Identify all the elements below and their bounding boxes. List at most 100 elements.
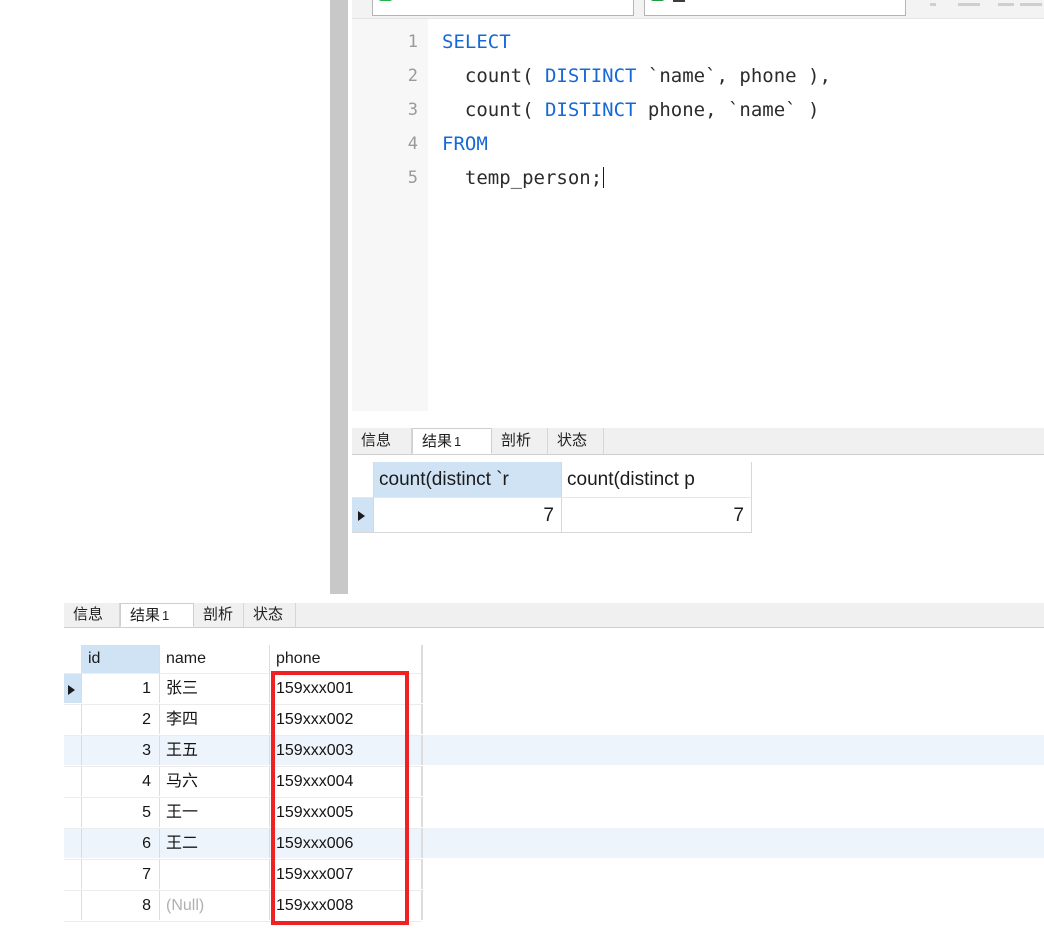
cell-count-name[interactable]: 7 — [374, 497, 562, 532]
grid-right-edge — [422, 673, 423, 703]
cell-phone[interactable]: 159xxx001 — [270, 673, 422, 703]
cell-name[interactable]: 李四 — [160, 704, 270, 734]
column-header-id[interactable]: id — [82, 645, 160, 673]
grid-bottom-edge — [64, 921, 422, 922]
row-marker[interactable] — [64, 766, 82, 796]
grid-right-edge — [422, 645, 423, 673]
text-caret — [603, 167, 605, 188]
cell-name[interactable]: (Null) — [160, 890, 270, 920]
toolbar-ghost-1 — [930, 3, 936, 6]
line-number-gutter: 1 2 3 4 5 — [352, 19, 428, 411]
tab-status[interactable]: 状态 — [244, 603, 296, 627]
table-row[interactable]: 3 王五 159xxx003 — [64, 735, 1044, 765]
tab-profile[interactable]: 剖析 — [492, 428, 548, 454]
upper-result-grid[interactable]: count(distinct `r count(distinct p 7 7 — [352, 462, 752, 533]
row-marker[interactable] — [64, 704, 82, 734]
cell-id[interactable]: 7 — [82, 859, 160, 889]
toolbar-field-one[interactable] — [372, 0, 634, 16]
cell-id[interactable]: 2 — [82, 704, 160, 734]
grid-right-edge — [422, 766, 423, 796]
row-marker[interactable] — [64, 797, 82, 827]
grid-right-edge — [422, 735, 423, 765]
row-marker[interactable] — [64, 859, 82, 889]
column-header-count-name[interactable]: count(distinct `r — [374, 462, 562, 497]
upper-result-tabstrip[interactable]: 信息 结果 1 剖析 状态 — [352, 428, 1044, 455]
table-row[interactable]: 4 马六 159xxx004 — [64, 766, 1044, 796]
table-row[interactable]: 5 王一 159xxx005 — [64, 797, 1044, 827]
window-left-rail — [330, 0, 348, 594]
sql-code-editor[interactable]: 1 2 3 4 5 SELECT count( DISTINCT `name`,… — [352, 19, 1044, 411]
cell-name[interactable]: 张三 — [160, 673, 270, 703]
tab-info[interactable]: 信息 — [352, 428, 412, 454]
cell-name[interactable]: 王一 — [160, 797, 270, 827]
cell-phone[interactable]: 159xxx002 — [270, 704, 422, 734]
lower-result-tabstrip[interactable]: 信息 结果 1 剖析 状态 — [64, 603, 1044, 628]
tab-result-number: 1 — [454, 434, 462, 449]
table-row[interactable]: 7 159xxx007 — [64, 859, 1044, 889]
tab-result[interactable]: 结果 1 — [412, 428, 492, 454]
cell-name[interactable]: 马六 — [160, 766, 270, 796]
cell-name[interactable]: 王二 — [160, 828, 270, 858]
green-run-icon[interactable] — [379, 0, 392, 1]
line-number: 1 — [407, 32, 418, 52]
cell-id[interactable]: 5 — [82, 797, 160, 827]
grid-right-edge — [422, 704, 423, 734]
cell-id[interactable]: 4 — [82, 766, 160, 796]
row-marker[interactable] — [64, 673, 82, 703]
cell-name[interactable]: 王五 — [160, 735, 270, 765]
toolbar-field-two[interactable] — [644, 0, 906, 16]
grid-corner — [64, 645, 82, 673]
tab-result-label: 结果 — [422, 433, 453, 450]
line-number: 5 — [407, 168, 418, 188]
tab-profile[interactable]: 剖析 — [194, 603, 244, 627]
row-marker[interactable] — [352, 497, 374, 532]
toolbar-ghost-3 — [998, 3, 1014, 6]
cell-phone[interactable]: 159xxx007 — [270, 859, 422, 889]
column-header-name[interactable]: name — [160, 645, 270, 673]
cell-phone[interactable]: 159xxx004 — [270, 766, 422, 796]
current-row-arrow-icon — [68, 685, 75, 695]
tab-info[interactable]: 信息 — [64, 603, 120, 627]
grid-right-edge — [422, 797, 423, 827]
sql-text: temp_person; — [442, 167, 603, 189]
table-row[interactable]: 8 (Null) 159xxx008 — [64, 890, 1044, 920]
toolbar-ghost-4 — [1020, 3, 1042, 6]
sql-keyword: DISTINCT — [544, 65, 637, 87]
code-line: FROM — [442, 127, 488, 161]
editor-toolbar — [352, 0, 1044, 18]
tab-result-number: 1 — [162, 608, 170, 623]
sql-text: `name`, phone ), — [636, 65, 831, 87]
table-row[interactable]: 2 李四 159xxx002 — [64, 704, 1044, 734]
green-stop-icon[interactable] — [651, 0, 664, 1]
sql-text: count( — [442, 65, 545, 87]
tab-result[interactable]: 结果 1 — [120, 603, 194, 627]
row-marker[interactable] — [64, 890, 82, 920]
sql-text: phone, `name` ) — [636, 99, 820, 121]
row-marker[interactable] — [64, 828, 82, 858]
row-marker[interactable] — [64, 735, 82, 765]
sql-keyword: DISTINCT — [544, 99, 637, 121]
cell-phone[interactable]: 159xxx006 — [270, 828, 422, 858]
cell-phone[interactable]: 159xxx008 — [270, 890, 422, 920]
cell-phone[interactable]: 159xxx003 — [270, 735, 422, 765]
cell-id[interactable]: 3 — [82, 735, 160, 765]
grid-right-edge — [422, 828, 423, 858]
sql-text: count( — [442, 99, 545, 121]
code-lines[interactable]: SELECT count( DISTINCT `name`, phone ), … — [428, 19, 1044, 411]
grid-corner — [352, 462, 374, 497]
column-header-phone[interactable]: phone — [270, 645, 422, 673]
cell-name[interactable] — [160, 859, 270, 889]
column-header-count-phone[interactable]: count(distinct p — [562, 462, 752, 497]
table-row[interactable]: 1 张三 159xxx001 — [64, 673, 1044, 703]
tab-status[interactable]: 状态 — [548, 428, 604, 454]
code-line: count( DISTINCT phone, `name` ) — [442, 93, 820, 127]
code-line: temp_person; — [442, 161, 605, 195]
cell-phone[interactable]: 159xxx005 — [270, 797, 422, 827]
code-line: count( DISTINCT `name`, phone ), — [442, 59, 831, 93]
grid-right-edge — [422, 890, 423, 920]
cell-id[interactable]: 8 — [82, 890, 160, 920]
cell-count-phone[interactable]: 7 — [562, 497, 752, 532]
cell-id[interactable]: 6 — [82, 828, 160, 858]
table-row[interactable]: 6 王二 159xxx006 — [64, 828, 1044, 858]
cell-id[interactable]: 1 — [82, 673, 160, 703]
